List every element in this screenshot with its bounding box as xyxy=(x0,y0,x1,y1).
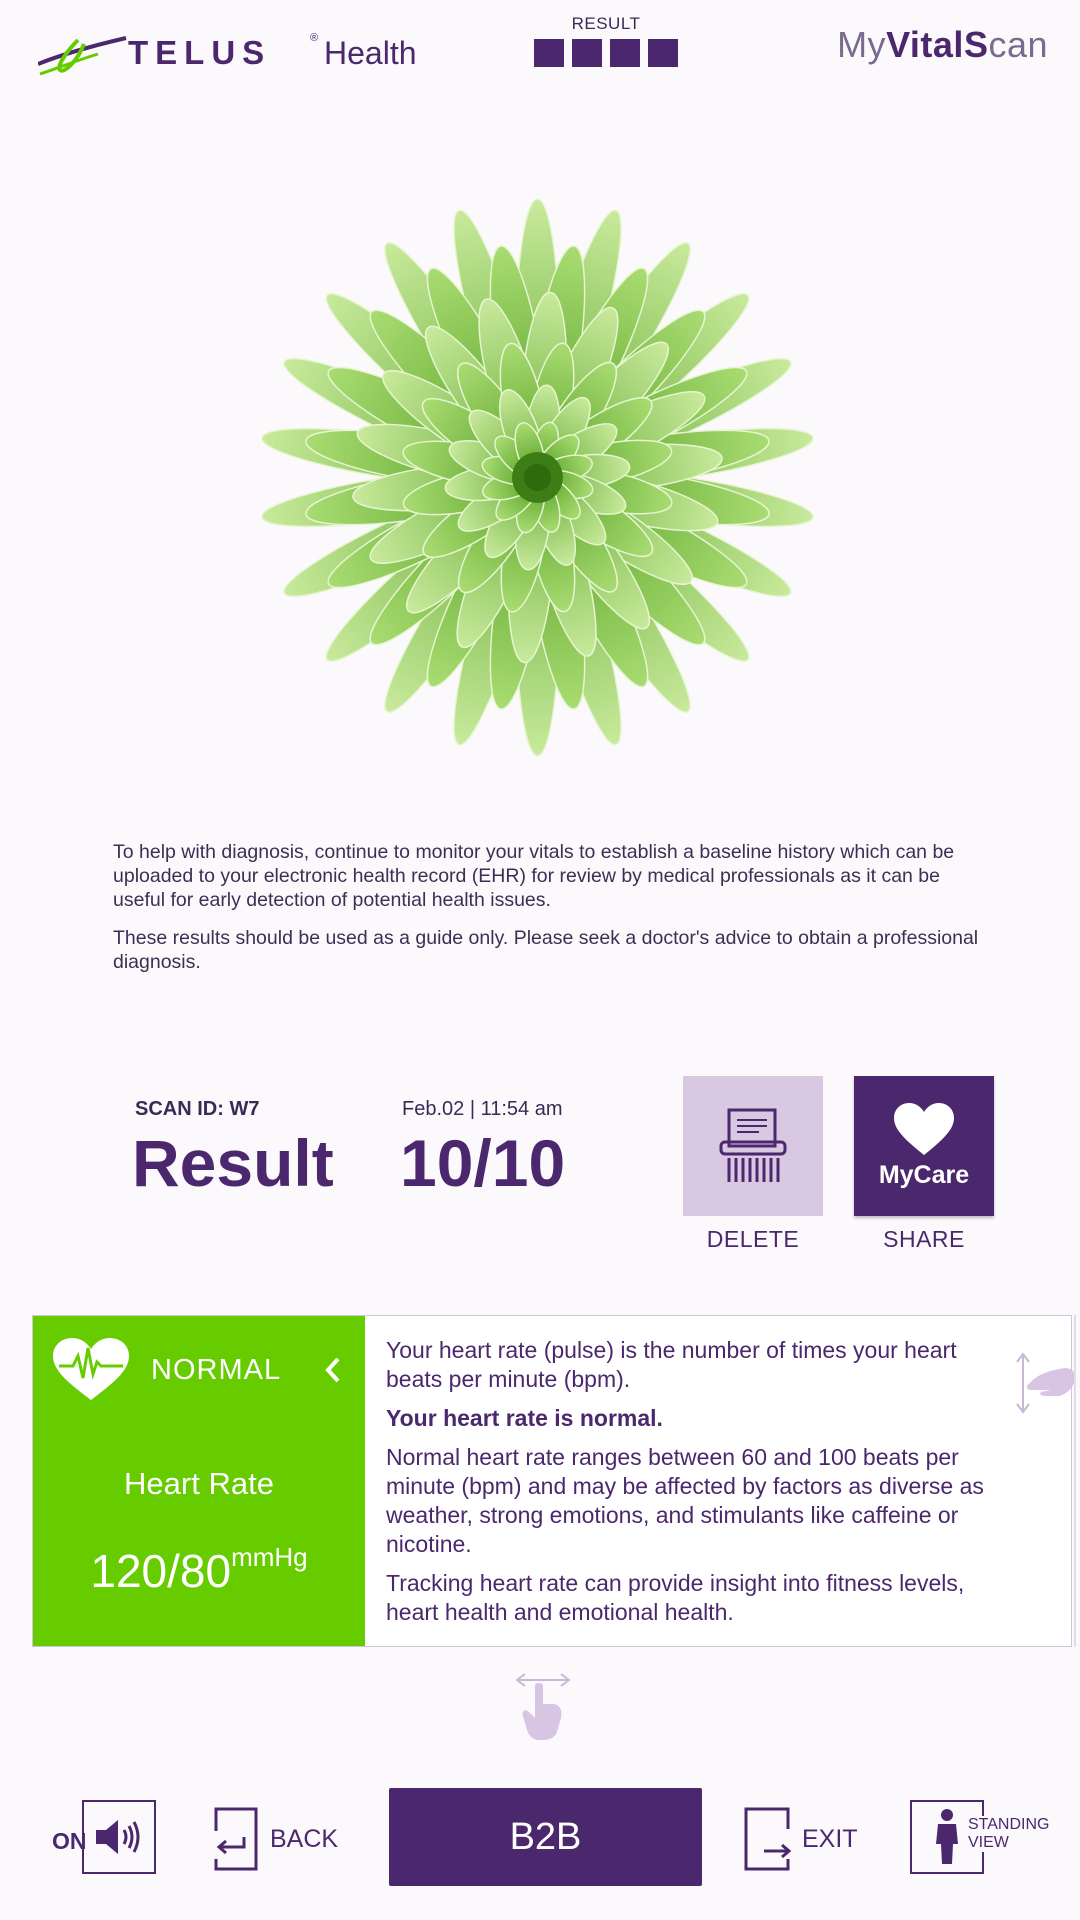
info-paragraph-1: To help with diagnosis, continue to moni… xyxy=(113,841,955,911)
metric-unit: mmHg xyxy=(231,1542,308,1572)
swipe-down-icon xyxy=(515,1673,571,1740)
description-status: Your heart rate is normal. xyxy=(386,1405,663,1431)
app-title: MyVitalScan xyxy=(837,24,1048,66)
standing-label-line1: STANDING xyxy=(968,1816,1050,1833)
swipe-side-icon xyxy=(1016,1352,1076,1414)
speaker-icon xyxy=(96,1820,140,1854)
share-label: SHARE xyxy=(883,1226,965,1252)
back-icon xyxy=(214,1807,258,1871)
result-score: 10/10 xyxy=(400,1126,566,1200)
info-paragraph-2: These results should be used as a guide … xyxy=(113,927,979,973)
mycare-heart-icon xyxy=(894,1102,954,1155)
delete-button[interactable]: DELETE xyxy=(683,1076,823,1253)
app-title-pre: My xyxy=(837,24,887,65)
progress-label: RESULT xyxy=(571,14,641,33)
info-text: To help with diagnosis, continue to moni… xyxy=(113,840,983,988)
metric-number: 120/80 xyxy=(90,1545,232,1597)
telus-swoosh-icon xyxy=(38,36,127,76)
b2b-button[interactable]: B2B xyxy=(389,1788,702,1886)
delete-tile[interactable] xyxy=(683,1076,823,1216)
metric-value: 120/80mmHg xyxy=(33,1542,365,1598)
metric-name: Heart Rate xyxy=(124,1466,274,1501)
standing-view-label: STANDING VIEW xyxy=(966,1816,1050,1852)
progress-step xyxy=(648,39,678,67)
exit-label: EXIT xyxy=(802,1824,858,1853)
brand-name: TELUS xyxy=(128,34,272,71)
app-title-post: can xyxy=(988,24,1048,65)
metric-description: Your heart rate (pulse) is the number of… xyxy=(386,1336,996,1637)
progress-step xyxy=(534,39,564,67)
next-card-edge[interactable] xyxy=(1074,1315,1076,1647)
telus-health-logo: TELUS ® Health xyxy=(38,30,417,84)
registered-mark: ® xyxy=(310,32,319,44)
back-button[interactable]: BACK xyxy=(210,1806,338,1872)
standing-view-button[interactable]: STANDING VIEW xyxy=(910,1800,1060,1874)
share-button[interactable]: MyCare SHARE xyxy=(854,1076,994,1253)
result-title: Result xyxy=(132,1126,334,1200)
brand-suffix: Health xyxy=(324,35,417,71)
standing-label-line2: VIEW xyxy=(968,1834,1009,1851)
progress-step xyxy=(610,39,640,67)
mycare-label: MyCare xyxy=(878,1160,970,1189)
delete-label: DELETE xyxy=(706,1226,800,1252)
scan-date: Feb.02 | 11:54 am xyxy=(402,1098,563,1120)
progress-step xyxy=(572,39,602,67)
exit-button[interactable]: EXIT xyxy=(742,1806,858,1872)
heart-rate-card: NORMAL Heart Rate 120/80mmHg Your heart … xyxy=(32,1315,1076,1647)
description-paragraph-2: Normal heart rate ranges between 60 and … xyxy=(386,1444,984,1557)
description-paragraph-1: Your heart rate (pulse) is the number of… xyxy=(386,1337,957,1392)
metric-panel: NORMAL Heart Rate 120/80mmHg xyxy=(33,1316,365,1646)
share-tile[interactable]: MyCare xyxy=(854,1076,994,1216)
result-flower-image xyxy=(261,198,814,757)
heart-pulse-icon xyxy=(53,1338,129,1400)
standing-person-icon xyxy=(936,1809,958,1864)
progress-indicator: RESULT xyxy=(528,14,684,67)
sound-toggle[interactable]: ON xyxy=(52,1800,156,1874)
status-label: NORMAL xyxy=(151,1353,282,1386)
progress-steps xyxy=(528,39,684,67)
app-title-bold: VitalS xyxy=(886,24,989,65)
chevron-left-icon[interactable] xyxy=(323,1356,343,1384)
scan-id: SCAN ID: W7 xyxy=(135,1098,260,1120)
exit-icon xyxy=(744,1807,792,1871)
status-row: NORMAL xyxy=(53,1338,281,1402)
back-label: BACK xyxy=(270,1824,339,1853)
sound-box[interactable] xyxy=(82,1800,156,1874)
description-paragraph-3: Tracking heart rate can provide insight … xyxy=(386,1570,965,1625)
delete-shredder-icon xyxy=(719,1108,787,1182)
